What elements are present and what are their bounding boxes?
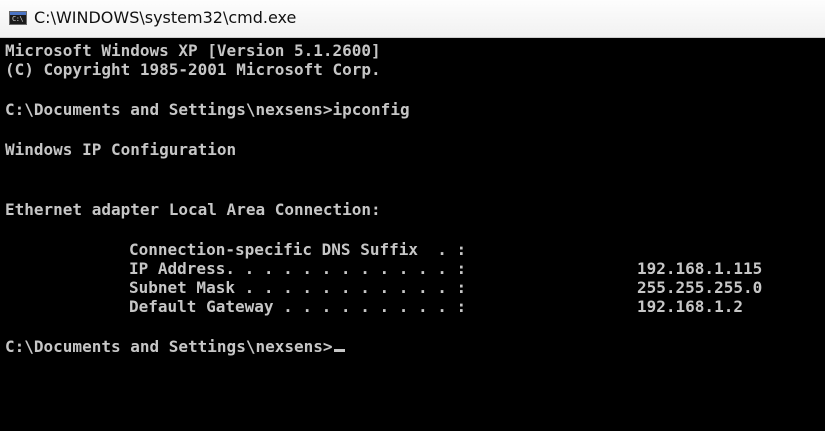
console-line-heading: Windows IP Configuration — [5, 140, 237, 159]
console-line-copyright: (C) Copyright 1985-2001 Microsoft Corp. — [5, 60, 381, 79]
ip-address-label: IP Address. . . . . . . . . . . . : — [129, 259, 467, 278]
default-gateway-label: Default Gateway . . . . . . . . . : — [129, 297, 467, 316]
command-prompt[interactable]: C:\Documents and Settings\nexsens> — [5, 338, 345, 356]
prompt-text: C:\Documents and Settings\nexsens> — [5, 337, 333, 356]
console-line-adapter: Ethernet adapter Local Area Connection: — [5, 200, 381, 219]
cmd-icon[interactable]: C:\ — [9, 11, 27, 25]
cmd-window: C:\ C:\WINDOWS\system32\cmd.exe Microsof… — [0, 0, 825, 431]
console-line-version: Microsoft Windows XP [Version 5.1.2600] — [5, 41, 381, 60]
window-title: C:\WINDOWS\system32\cmd.exe — [34, 8, 297, 27]
subnet-mask-value: 255.255.255.0 — [637, 278, 763, 297]
subnet-mask-label: Subnet Mask . . . . . . . . . . . : — [129, 278, 467, 297]
cmd-icon-glyph: C:\ — [12, 15, 24, 23]
console-line-command: C:\Documents and Settings\nexsens>ipconf… — [5, 100, 410, 119]
title-bar[interactable]: C:\ C:\WINDOWS\system32\cmd.exe — [0, 0, 825, 38]
dns-suffix-label: Connection-specific DNS Suffix . : — [129, 240, 467, 259]
ip-address-value: 192.168.1.115 — [637, 259, 763, 278]
text-cursor — [333, 349, 345, 352]
default-gateway-value: 192.168.1.2 — [637, 297, 743, 316]
console-output[interactable]: Microsoft Windows XP [Version 5.1.2600] … — [0, 38, 825, 431]
